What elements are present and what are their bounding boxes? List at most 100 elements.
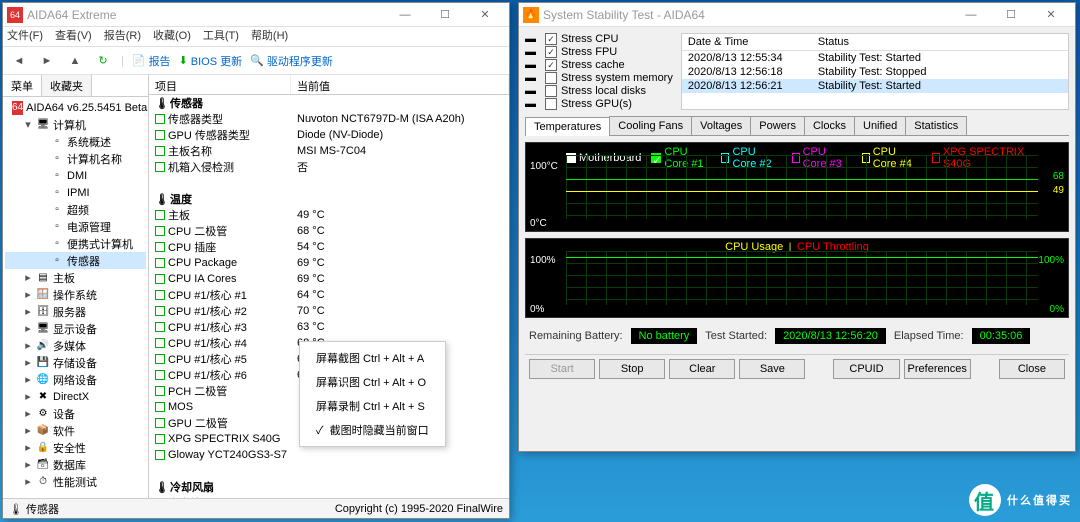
ctx-record[interactable]: 屏幕录制 Ctrl + Alt + S	[300, 394, 445, 418]
stress-check[interactable]: ▬✓Stress cache	[525, 59, 673, 71]
tree-leaf[interactable]: ▫DMI	[5, 167, 146, 184]
started-value: 2020/8/13 12:56:20	[775, 328, 886, 344]
ctx-screenshot[interactable]: 屏幕截图 Ctrl + Alt + A	[300, 346, 445, 370]
menu-file[interactable]: 文件(F)	[7, 27, 43, 46]
sst-minimize[interactable]: —	[951, 3, 991, 27]
stress-check[interactable]: ▬Stress GPU(s)	[525, 98, 673, 110]
stress-check[interactable]: ▬✓Stress FPU	[525, 46, 673, 58]
tree-leaf[interactable]: ▫IPMI	[5, 184, 146, 201]
tab-menu[interactable]: 菜单	[3, 75, 42, 96]
log-col-status[interactable]: Status	[812, 34, 1068, 50]
sensor-row[interactable]: CPU #1/核心 #363 °C	[149, 319, 509, 335]
menu-fav[interactable]: 收藏(O)	[153, 27, 191, 46]
status-copyright: Copyright (c) 1995-2020 FinalWire	[335, 503, 503, 515]
context-menu[interactable]: 屏幕截图 Ctrl + Alt + A 屏幕识图 Ctrl + Alt + O …	[299, 341, 446, 447]
ctx-ocr[interactable]: 屏幕识图 Ctrl + Alt + O	[300, 370, 445, 394]
tree-leaf[interactable]: ▫电源管理	[5, 218, 146, 235]
tree-node[interactable]: ▸📦软件	[5, 422, 146, 439]
stress-check[interactable]: ▬Stress system memory	[525, 72, 673, 84]
sst-btn-preferences[interactable]: Preferences	[904, 359, 971, 379]
sst-maximize[interactable]: ☐	[991, 3, 1031, 27]
tree-node[interactable]: ▸🔒安全性	[5, 439, 146, 456]
group-header: 🌡冷却风扇	[149, 479, 509, 495]
graph-tab[interactable]: Voltages	[691, 116, 751, 135]
sensor-row[interactable]: GPU 传感器类型Diode (NV-Diode)	[149, 127, 509, 143]
watermark: 值 什么值得买	[969, 484, 1072, 516]
log-row[interactable]: 2020/8/13 12:56:18Stability Test: Stoppe…	[682, 65, 1068, 79]
refresh-button[interactable]: ↻	[93, 51, 113, 71]
graph-tab[interactable]: Statistics	[905, 116, 967, 135]
menu-report[interactable]: 报告(R)	[104, 27, 141, 46]
menu-view[interactable]: 查看(V)	[55, 27, 92, 46]
log-row[interactable]: 2020/8/13 12:56:21Stability Test: Starte…	[682, 79, 1068, 93]
sst-icon: 🔥	[523, 7, 539, 23]
sensor-row[interactable]: CPU IA Cores69 °C	[149, 271, 509, 287]
sensor-row[interactable]: Gloway YCT240GS3-S7	[149, 447, 509, 463]
log-col-date[interactable]: Date & Time	[682, 34, 812, 50]
tree-root[interactable]: 64AIDA64 v6.25.5451 Beta	[5, 99, 146, 116]
tree-node[interactable]: ▸▤主板	[5, 269, 146, 286]
tree-node[interactable]: ▸🗃数据库	[5, 456, 146, 473]
tree-node[interactable]: ▸⏱性能测试	[5, 473, 146, 490]
tree-leaf[interactable]: ▫便携式计算机	[5, 235, 146, 252]
tree-node[interactable]: ▸🌐网络设备	[5, 371, 146, 388]
tree-node[interactable]: ▸✖DirectX	[5, 388, 146, 405]
tree-node[interactable]: ▸🔊多媒体	[5, 337, 146, 354]
stress-check[interactable]: ▬Stress local disks	[525, 85, 673, 97]
col-value[interactable]: 当前值	[291, 75, 509, 94]
bios-link[interactable]: ⬇BIOS 更新	[179, 53, 243, 69]
tree-leaf[interactable]: ▫计算机名称	[5, 150, 146, 167]
menu-help[interactable]: 帮助(H)	[251, 27, 288, 46]
fwd-button[interactable]: ►	[37, 51, 57, 71]
col-field[interactable]: 项目	[149, 75, 291, 94]
graph-tab[interactable]: Temperatures	[525, 117, 610, 136]
sensor-row[interactable]: 主板名称MSI MS-7C04	[149, 143, 509, 159]
tree-leaf[interactable]: ▫系统概述	[5, 133, 146, 150]
button-row: StartStopClearSaveCPUIDPreferencesClose	[525, 354, 1069, 383]
ctx-hide[interactable]: ✓ 截图时隐藏当前窗口	[300, 418, 445, 442]
tree-node[interactable]: ▸🗄服务器	[5, 303, 146, 320]
graph-tab[interactable]: Cooling Fans	[609, 116, 692, 135]
sensor-row[interactable]: 传感器类型Nuvoton NCT6797D-M (ISA A20h)	[149, 111, 509, 127]
tree-node[interactable]: ▸🪟操作系统	[5, 286, 146, 303]
back-button[interactable]: ◄	[9, 51, 29, 71]
tree-leaf[interactable]: ▫超频	[5, 201, 146, 218]
tab-fav[interactable]: 收藏夹	[42, 75, 92, 96]
minimize-button[interactable]: —	[385, 3, 425, 27]
event-log[interactable]: Date & TimeStatus 2020/8/13 12:55:34Stab…	[681, 33, 1069, 110]
up-button[interactable]: ▲	[65, 51, 85, 71]
sensor-row[interactable]: CPU Package69 °C	[149, 255, 509, 271]
report-link[interactable]: 📄报告	[132, 53, 171, 69]
sst-btn-cpuid[interactable]: CPUID	[833, 359, 899, 379]
driver-link[interactable]: 🔍驱动程序更新	[250, 53, 333, 69]
graph-tab[interactable]: Clocks	[804, 116, 855, 135]
sensor-row[interactable]: CPU 二极管68 °C	[149, 223, 509, 239]
sst-btn-save[interactable]: Save	[739, 359, 805, 379]
nav-tree[interactable]: 64AIDA64 v6.25.5451 Beta▾🖥计算机▫系统概述▫计算机名称…	[3, 97, 148, 498]
maximize-button[interactable]: ☐	[425, 3, 465, 27]
sensor-row[interactable]: CPU #1/核心 #164 °C	[149, 287, 509, 303]
graph-tab[interactable]: Unified	[854, 116, 906, 135]
log-row[interactable]: 2020/8/13 12:55:34Stability Test: Starte…	[682, 51, 1068, 65]
close-button[interactable]: ✕	[465, 3, 505, 27]
sst-btn-stop[interactable]: Stop	[599, 359, 665, 379]
tree-node[interactable]: ▸⚙设备	[5, 405, 146, 422]
tree-node[interactable]: ▸🖥显示设备	[5, 320, 146, 337]
aida-sidebar: 菜单 收藏夹 64AIDA64 v6.25.5451 Beta▾🖥计算机▫系统概…	[3, 75, 149, 498]
stress-check[interactable]: ▬✓Stress CPU	[525, 33, 673, 45]
tree-node[interactable]: ▾🖥计算机	[5, 116, 146, 133]
sst-btn-close[interactable]: Close	[999, 359, 1065, 379]
aida-statusbar: 🌡 传感器 Copyright (c) 1995-2020 FinalWire	[3, 498, 509, 518]
tree-leaf[interactable]: ▫传感器	[5, 252, 146, 269]
tree-node[interactable]: ▸💾存储设备	[5, 354, 146, 371]
sensor-row[interactable]: 主板49 °C	[149, 207, 509, 223]
sensor-row[interactable]: CPU #1/核心 #270 °C	[149, 303, 509, 319]
sst-close[interactable]: ✕	[1031, 3, 1071, 27]
sst-btn-clear[interactable]: Clear	[669, 359, 735, 379]
stress-checkboxes: ▬✓Stress CPU▬✓Stress FPU▬✓Stress cache▬S…	[525, 33, 673, 110]
elapsed-value: 00:35:06	[972, 328, 1031, 344]
sensor-row[interactable]: 机箱入侵检测否	[149, 159, 509, 175]
sensor-row[interactable]: CPU 插座54 °C	[149, 239, 509, 255]
graph-tab[interactable]: Powers	[750, 116, 805, 135]
menu-tools[interactable]: 工具(T)	[203, 27, 239, 46]
